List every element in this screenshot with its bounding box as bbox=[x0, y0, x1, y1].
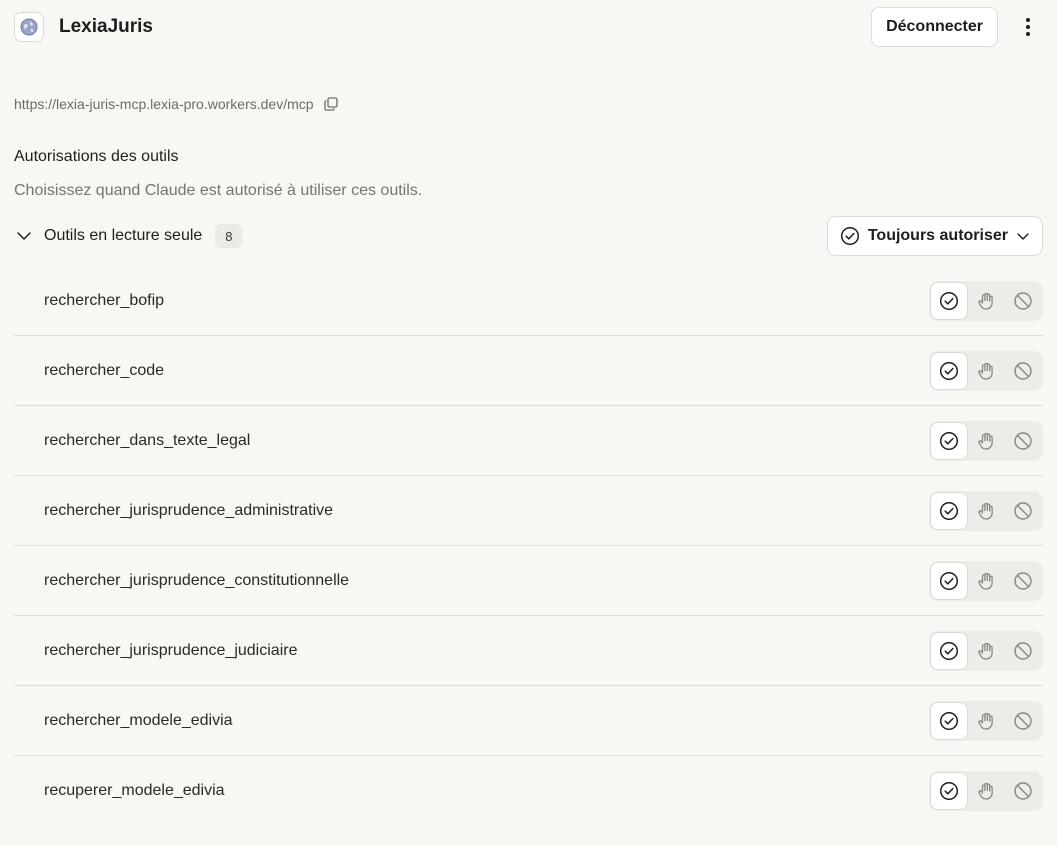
block-button[interactable] bbox=[1005, 493, 1041, 529]
always-allow-button[interactable] bbox=[931, 422, 967, 459]
tool-row: rechercher_bofip bbox=[14, 266, 1043, 336]
globe-icon bbox=[14, 12, 44, 42]
more-options-button[interactable] bbox=[1013, 7, 1043, 47]
check-circle-icon bbox=[939, 431, 959, 450]
check-circle-icon bbox=[939, 501, 959, 520]
always-allow-button[interactable] bbox=[931, 352, 967, 389]
needs-approval-button[interactable] bbox=[968, 563, 1004, 599]
hand-icon bbox=[978, 502, 993, 520]
permission-selector bbox=[929, 771, 1043, 811]
always-allow-button[interactable] bbox=[931, 282, 967, 319]
tool-row: rechercher_jurisprudence_judiciaire bbox=[14, 616, 1043, 686]
needs-approval-button[interactable] bbox=[968, 283, 1004, 319]
needs-approval-button[interactable] bbox=[968, 773, 1004, 809]
tool-name: rechercher_modele_edivia bbox=[44, 711, 233, 729]
block-icon bbox=[1014, 361, 1032, 380]
always-allow-button[interactable] bbox=[931, 492, 967, 529]
needs-approval-button[interactable] bbox=[968, 353, 1004, 389]
check-circle-icon bbox=[939, 291, 959, 310]
block-icon bbox=[1014, 431, 1032, 450]
permission-selector bbox=[929, 350, 1043, 391]
permissions-title: Autorisations des outils bbox=[14, 148, 179, 165]
tool-row: rechercher_dans_texte_legal bbox=[14, 406, 1043, 476]
readonly-group-header: Outils en lecture seule 8 Toujours autor… bbox=[14, 216, 1043, 256]
permissions-description: Choisissez quand Claude est autorisé à u… bbox=[14, 182, 423, 199]
check-circle-icon bbox=[939, 361, 959, 380]
hand-icon bbox=[978, 292, 993, 310]
hand-icon bbox=[978, 362, 993, 380]
tool-row: rechercher_jurisprudence_administrative bbox=[14, 476, 1043, 546]
permission-selector bbox=[929, 490, 1043, 531]
always-allow-button[interactable] bbox=[931, 702, 967, 739]
more-vertical-icon bbox=[1026, 18, 1030, 36]
check-circle-icon bbox=[939, 711, 959, 730]
block-icon bbox=[1014, 711, 1032, 730]
tool-name: recuperer_modele_edivia bbox=[44, 782, 225, 799]
copy-url-button[interactable] bbox=[322, 95, 340, 113]
block-icon bbox=[1014, 782, 1032, 800]
hand-icon bbox=[978, 712, 993, 730]
tool-row: rechercher_code bbox=[14, 336, 1043, 406]
block-icon bbox=[1014, 571, 1032, 590]
needs-approval-button[interactable] bbox=[968, 703, 1004, 739]
tool-row: rechercher_jurisprudence_constitutionnel… bbox=[14, 546, 1043, 616]
tool-count-badge: 8 bbox=[215, 224, 243, 248]
tool-row: rechercher_modele_edivia bbox=[14, 686, 1043, 756]
tool-name: rechercher_bofip bbox=[44, 291, 165, 309]
check-circle-icon bbox=[939, 641, 959, 660]
block-button[interactable] bbox=[1005, 283, 1041, 319]
block-button[interactable] bbox=[1005, 773, 1041, 809]
block-icon bbox=[1014, 501, 1032, 520]
needs-approval-button[interactable] bbox=[968, 493, 1004, 529]
group-label: Outils en lecture seule bbox=[44, 227, 203, 244]
block-button[interactable] bbox=[1005, 423, 1041, 459]
app-title: LexiaJuris bbox=[59, 16, 153, 37]
group-policy-dropdown[interactable]: Toujours autoriser bbox=[826, 216, 1043, 256]
block-button[interactable] bbox=[1005, 563, 1041, 599]
chevron-down-icon bbox=[1016, 229, 1030, 243]
hand-icon bbox=[978, 572, 993, 590]
tool-name: rechercher_jurisprudence_constitutionnel… bbox=[44, 571, 350, 589]
disconnect-button[interactable]: Déconnecter bbox=[871, 7, 998, 47]
group-policy-label: Toujours autoriser bbox=[867, 227, 1008, 244]
block-icon bbox=[1014, 641, 1032, 660]
permission-selector bbox=[929, 280, 1043, 321]
tool-name: rechercher_jurisprudence_administrative bbox=[44, 501, 334, 519]
tool-name: rechercher_dans_texte_legal bbox=[44, 431, 251, 449]
needs-approval-button[interactable] bbox=[968, 633, 1004, 669]
hand-icon bbox=[978, 642, 993, 660]
block-button[interactable] bbox=[1005, 353, 1041, 389]
hand-icon bbox=[978, 782, 993, 800]
tool-row: recuperer_modele_edivia bbox=[14, 756, 1043, 826]
collapse-group-button[interactable] bbox=[14, 226, 34, 246]
permission-selector bbox=[929, 420, 1043, 461]
check-circle-icon bbox=[840, 226, 859, 246]
mcp-connector-settings: LexiaJuris Déconnecter https://lexia-jur… bbox=[0, 0, 1057, 845]
hand-icon bbox=[978, 432, 993, 450]
permission-selector bbox=[929, 560, 1043, 601]
check-circle-icon bbox=[939, 781, 959, 801]
copy-icon bbox=[323, 97, 338, 111]
check-circle-icon bbox=[939, 571, 959, 590]
permission-selector bbox=[929, 630, 1043, 671]
always-allow-button[interactable] bbox=[931, 562, 967, 599]
tool-name: rechercher_jurisprudence_judiciaire bbox=[44, 641, 298, 659]
header: LexiaJuris Déconnecter bbox=[14, 7, 1043, 47]
server-url-row: https://lexia-juris-mcp.lexia-pro.worker… bbox=[14, 95, 340, 113]
tool-name: rechercher_code bbox=[44, 361, 165, 379]
chevron-down-icon bbox=[17, 232, 31, 240]
block-icon bbox=[1014, 291, 1032, 310]
permission-selector bbox=[929, 700, 1043, 741]
always-allow-button[interactable] bbox=[931, 773, 967, 809]
server-url: https://lexia-juris-mcp.lexia-pro.worker… bbox=[14, 96, 314, 112]
needs-approval-button[interactable] bbox=[968, 423, 1004, 459]
always-allow-button[interactable] bbox=[931, 632, 967, 669]
tool-list: rechercher_bofip rechercher_code recherc… bbox=[14, 266, 1043, 826]
block-button[interactable] bbox=[1005, 703, 1041, 739]
block-button[interactable] bbox=[1005, 633, 1041, 669]
